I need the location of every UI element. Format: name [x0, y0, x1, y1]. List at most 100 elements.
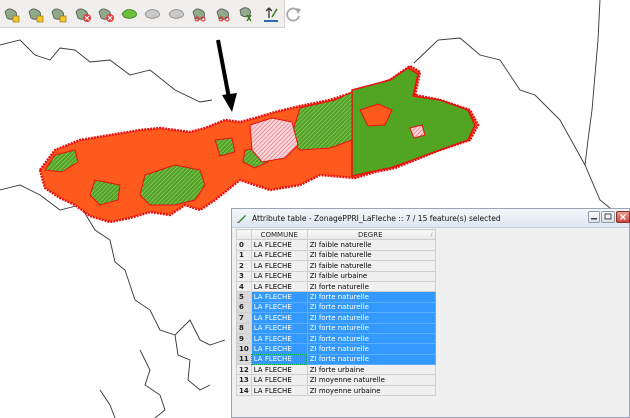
- table-row[interactable]: 3 LA FLECHE ZI faible urbaine: [236, 270, 436, 282]
- merge-attributes-button[interactable]: [237, 3, 257, 25]
- table-row[interactable]: 13 LA FLECHE ZI moyenne naturelle: [236, 374, 436, 386]
- split-parts-button[interactable]: [190, 3, 210, 25]
- cell-commune[interactable]: LA FLECHE: [250, 374, 308, 386]
- cell-degre[interactable]: ZI forte naturelle: [306, 280, 436, 293]
- column-header-commune[interactable]: COMMUNE: [250, 228, 308, 241]
- split-features-icon: [168, 8, 184, 19]
- cell-commune[interactable]: LA FLECHE: [250, 249, 308, 262]
- cell-commune[interactable]: LA FLECHE: [250, 301, 308, 314]
- table-row[interactable]: 8 LA FLECHE ZI forte naturelle: [236, 322, 436, 334]
- row-header[interactable]: 11: [236, 353, 252, 366]
- green-zone-middle: [289, 91, 353, 151]
- cell-degre[interactable]: ZI faible naturelle: [306, 249, 436, 262]
- cell-degre[interactable]: ZI faible urbaine: [306, 270, 436, 282]
- column-header-degre[interactable]: DEGRE ∕: [306, 228, 436, 241]
- minimize-button[interactable]: [588, 211, 600, 223]
- reshape-icon: [121, 8, 137, 19]
- table-row[interactable]: 0 LA FLECHE ZI faible naturelle: [236, 239, 436, 251]
- row-header[interactable]: 10: [236, 343, 252, 355]
- node-tool-icon: [51, 7, 67, 22]
- row-header[interactable]: 14: [236, 384, 252, 397]
- header-row: COMMUNE DEGRE ∕: [236, 228, 436, 241]
- window-title-bar[interactable]: Attribute table - ZonagePPRI_LaFleche ::…: [232, 209, 630, 228]
- move-feature-button[interactable]: [26, 3, 46, 25]
- merge-features-button[interactable]: [214, 3, 234, 25]
- row-header[interactable]: 8: [236, 322, 252, 334]
- row-header[interactable]: 3: [236, 270, 252, 282]
- redo-button[interactable]: [284, 3, 304, 25]
- row-header[interactable]: 7: [236, 312, 252, 324]
- attribute-grid[interactable]: COMMUNE DEGRE ∕ 0 LA FLECHE ZI faible natur…: [236, 228, 438, 397]
- table-row[interactable]: 11 LA FLECHE ZI forte naturelle: [236, 353, 436, 366]
- table-row[interactable]: 2 LA FLECHE ZI faible naturelle: [236, 260, 436, 272]
- cell-degre[interactable]: ZI forte naturelle: [306, 301, 436, 314]
- minimize-icon: [591, 218, 597, 220]
- cell-degre[interactable]: ZI forte naturelle: [306, 291, 436, 303]
- delete-ring-button[interactable]: [73, 3, 93, 25]
- maximize-button[interactable]: [601, 211, 615, 223]
- row-header[interactable]: 4: [236, 280, 252, 293]
- table-row[interactable]: 9 LA FLECHE ZI forte naturelle: [236, 332, 436, 345]
- table-row[interactable]: 14 LA FLECHE ZI moyenne urbaine: [236, 384, 436, 397]
- node-tool-button[interactable]: [49, 3, 69, 25]
- simplify-icon: [144, 8, 160, 19]
- cell-degre[interactable]: ZI forte naturelle: [306, 312, 436, 324]
- cell-degre[interactable]: ZI faible naturelle: [306, 260, 436, 272]
- add-feature-button[interactable]: [2, 3, 22, 25]
- cell-degre[interactable]: ZI faible naturelle: [306, 239, 436, 251]
- cell-commune[interactable]: LA FLECHE: [250, 291, 308, 303]
- split-features-button[interactable]: [167, 3, 187, 25]
- table-row[interactable]: 10 LA FLECHE ZI forte naturelle: [236, 343, 436, 355]
- table-row[interactable]: 12 LA FLECHE ZI forte urbaine: [236, 364, 436, 376]
- close-icon: [620, 214, 626, 220]
- cell-commune[interactable]: LA FLECHE: [250, 343, 308, 355]
- table-row[interactable]: 5 LA FLECHE ZI forte naturelle: [236, 291, 436, 303]
- row-header[interactable]: 6: [236, 301, 252, 314]
- cell-degre[interactable]: ZI moyenne naturelle: [306, 374, 436, 386]
- row-header[interactable]: 13: [236, 374, 252, 386]
- attribute-table: COMMUNE DEGRE ∕ 0 LA FLECHE ZI faible natur…: [236, 228, 436, 397]
- cell-commune[interactable]: LA FLECHE: [250, 322, 308, 334]
- cell-commune[interactable]: LA FLECHE: [250, 353, 308, 366]
- cell-commune[interactable]: LA FLECHE: [250, 332, 308, 345]
- row-header[interactable]: 9: [236, 332, 252, 345]
- row-header[interactable]: 12: [236, 364, 252, 376]
- row-header[interactable]: 1: [236, 249, 252, 262]
- table-row[interactable]: 4 LA FLECHE ZI forte naturelle: [236, 280, 436, 293]
- row-header[interactable]: 5: [236, 291, 252, 303]
- cell-commune[interactable]: LA FLECHE: [250, 364, 308, 376]
- arrow-annotation: [216, 39, 237, 112]
- table-row[interactable]: 6 LA FLECHE ZI forte naturelle: [236, 301, 436, 314]
- cell-degre[interactable]: ZI forte naturelle: [306, 332, 436, 345]
- delete-ring-icon: [75, 7, 91, 22]
- cell-commune[interactable]: LA FLECHE: [250, 280, 308, 293]
- reshape-button[interactable]: [120, 3, 140, 25]
- rotate-point-button[interactable]: [261, 3, 281, 25]
- row-header[interactable]: 2: [236, 260, 252, 272]
- merge-features-icon: [216, 7, 229, 21]
- close-button[interactable]: [616, 211, 630, 223]
- sort-indicator-icon: ∕: [430, 230, 433, 238]
- cell-degre[interactable]: ZI forte naturelle: [306, 343, 436, 355]
- cell-commune[interactable]: LA FLECHE: [250, 312, 308, 324]
- move-feature-icon: [28, 7, 43, 22]
- table-row[interactable]: 7 LA FLECHE ZI forte naturelle: [236, 312, 436, 324]
- digitizing-toolbar: [0, 0, 301, 28]
- delete-part-button[interactable]: [96, 3, 116, 25]
- cell-degre[interactable]: ZI moyenne urbaine: [306, 384, 436, 397]
- row-header[interactable]: 0: [236, 239, 252, 251]
- flood-zone-layer[interactable]: [38, 64, 480, 224]
- corner-cell[interactable]: [236, 228, 252, 241]
- cell-commune[interactable]: LA FLECHE: [250, 260, 308, 272]
- simplify-button[interactable]: [143, 3, 163, 25]
- redo-icon: [286, 7, 301, 21]
- cell-degre[interactable]: ZI forte urbaine: [306, 364, 436, 376]
- cell-degre[interactable]: ZI forte naturelle: [306, 322, 436, 334]
- cell-degre[interactable]: ZI forte naturelle: [306, 353, 436, 366]
- cell-commune[interactable]: LA FLECHE: [250, 384, 308, 397]
- merge-attributes-icon: [239, 6, 252, 21]
- table-row[interactable]: 1 LA FLECHE ZI faible naturelle: [236, 249, 436, 262]
- cell-commune[interactable]: LA FLECHE: [250, 239, 308, 251]
- attribute-table-window[interactable]: Attribute table - ZonagePPRI_LaFleche ::…: [231, 208, 630, 418]
- cell-commune[interactable]: LA FLECHE: [250, 270, 308, 282]
